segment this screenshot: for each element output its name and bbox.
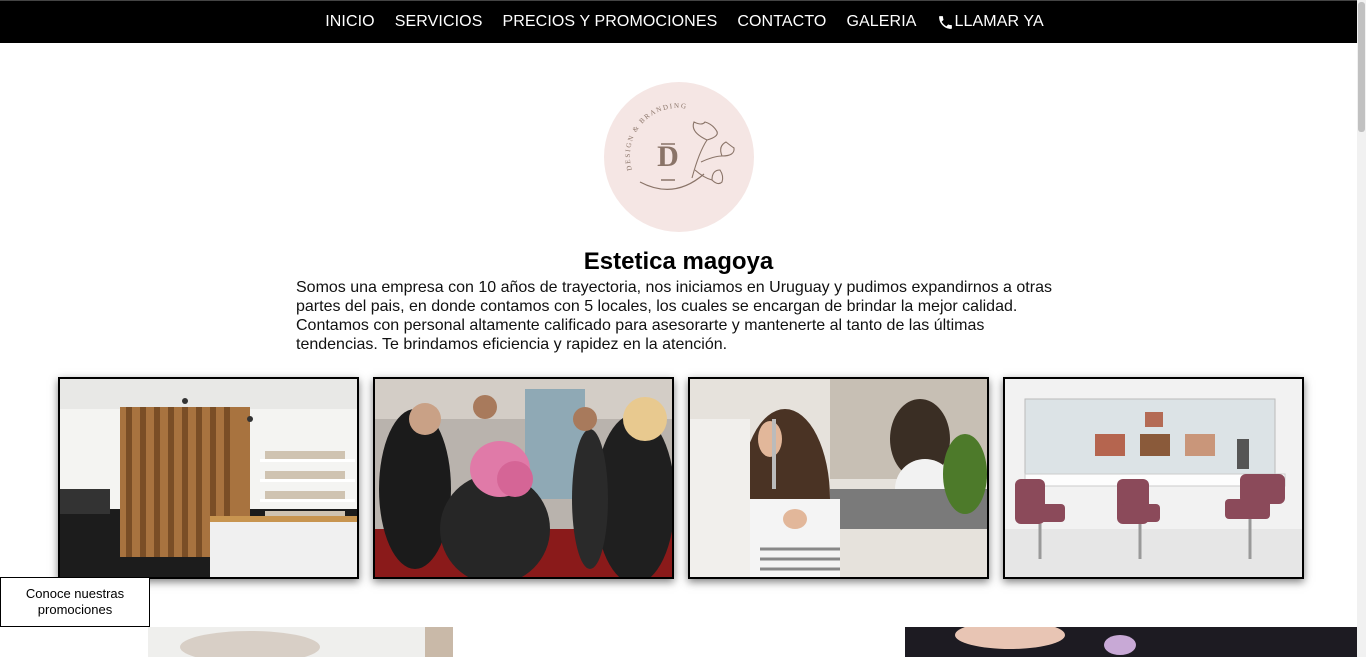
vertical-scrollbar[interactable]	[1357, 0, 1366, 657]
bottom-photo-strip	[0, 627, 1357, 657]
hair-coloring-photo[interactable]	[373, 377, 674, 579]
salon-interior-photo[interactable]	[58, 377, 359, 579]
haircut-photo[interactable]	[688, 377, 989, 579]
nav-link-galeria[interactable]: GALERIA	[846, 13, 916, 31]
nav-links: INICIO SERVICIOS PRECIOS Y PROMOCIONES C…	[325, 13, 1044, 31]
llamar-label: LLAMAR YA	[954, 13, 1044, 30]
nav-link-servicios[interactable]: SERVICIOS	[395, 13, 483, 31]
top-navbar: INICIO SERVICIOS PRECIOS Y PROMOCIONES C…	[0, 0, 1357, 43]
nav-link-inicio[interactable]: INICIO	[325, 13, 375, 31]
logo-letter: D	[657, 140, 679, 173]
brand-logo: DESIGN & BRANDING D	[604, 82, 754, 232]
phone-icon	[938, 15, 952, 29]
ginkgo-leaf-icon	[691, 121, 735, 185]
salon-chairs-photo[interactable]	[1003, 377, 1304, 579]
scrollbar-thumb[interactable]	[1358, 2, 1365, 132]
promotions-button-label: Conoce nuestras promociones	[25, 586, 125, 617]
promotions-button[interactable]: Conoce nuestras promociones	[0, 577, 150, 627]
nav-link-llamar[interactable]: LLAMAR YA	[937, 13, 1044, 31]
intro-paragraph: Somos una empresa con 10 años de trayect…	[296, 279, 1052, 353]
page-title: Estetica magoya	[583, 248, 774, 276]
nav-link-precios[interactable]: PRECIOS Y PROMOCIONES	[502, 13, 717, 31]
nav-link-contacto[interactable]: CONTACTO	[737, 13, 826, 31]
